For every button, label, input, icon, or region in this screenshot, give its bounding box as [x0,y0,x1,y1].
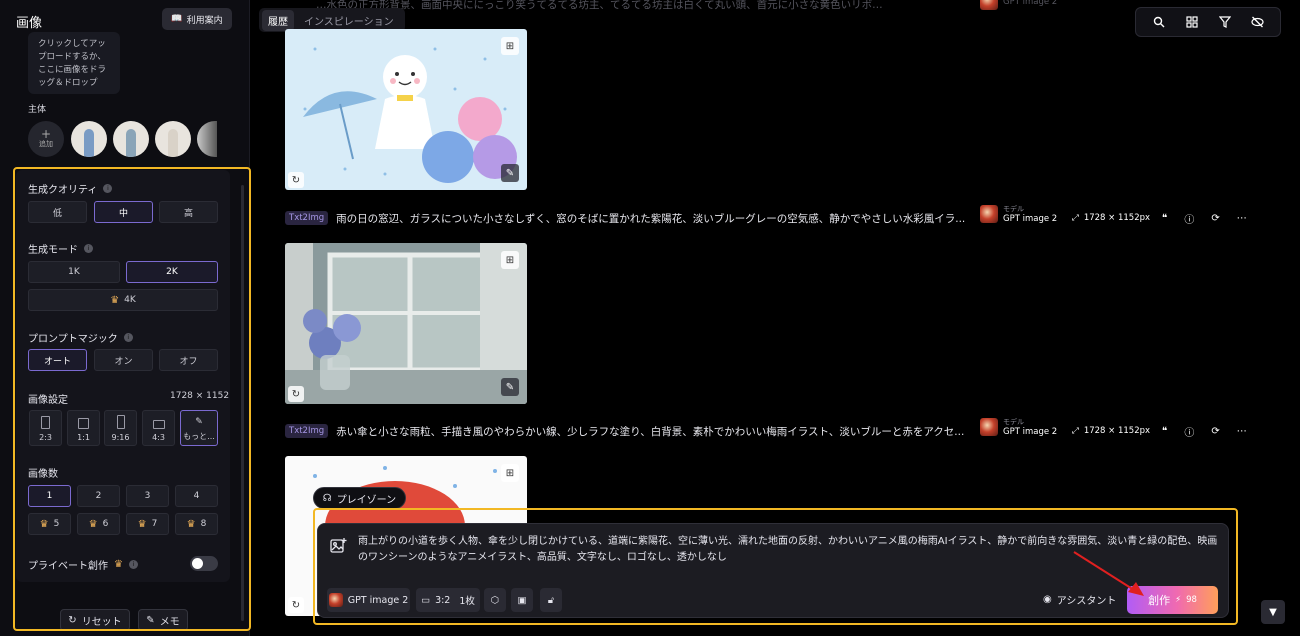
generated-image-teruteru[interactable]: ⊞ ✎ ↻ [285,29,527,190]
generated-image-rainy-window[interactable]: ⊞ ✎ ↻ [285,243,527,404]
reuse-icon[interactable]: ↻ [288,597,304,613]
filter-icon[interactable] [1217,14,1233,30]
previous-prompt-partial: …水色の正方形背景、画面中央ににっこり笑うてるてる坊主、てるてる坊主は白くて丸い… [316,0,883,11]
regenerate-icon[interactable]: ⟳ [1211,426,1219,437]
model-name-block: モデル GPT image 2 [1003,417,1057,437]
image-size: 1728 × 1152px [1083,426,1151,436]
usage-guide-label: 利用案内 [186,15,223,26]
more-icon[interactable]: ⋯ [1237,426,1247,437]
row-actions: ❝ ⓘ ⟳ ⋯ [1162,424,1247,439]
sidebar-title: 画像 [16,16,43,31]
annotation-highlight-frame [13,167,251,631]
tab-inspiration[interactable]: インスピレーション [298,10,400,31]
generation-prompt[interactable]: 雨の日の窓辺、ガラスについた小さなしずく、窓のそばに置かれた紫陽花、淡いブルーグ… [336,211,1016,226]
gamepad-icon: ☊ [322,492,332,504]
search-icon[interactable] [1151,14,1167,30]
expand-icon[interactable]: ⊞ [501,464,519,482]
quote-icon[interactable]: ❝ [1162,426,1167,437]
txt2img-tag: Txt2Img [285,211,329,225]
grid-view-icon[interactable] [1184,14,1200,30]
txt2img-tag: Txt2Img [285,424,329,438]
subject-thumbnail[interactable] [155,121,191,157]
add-subject-button[interactable]: + 追加 [28,121,64,157]
edit-brush-icon[interactable]: ✎ [501,164,519,182]
hide-eye-icon[interactable] [1250,14,1266,30]
model-logo [980,418,998,436]
model-logo [980,0,998,10]
subject-label: 主体 [28,105,47,115]
playzone-label: プレイゾーン [336,494,397,506]
playzone-button[interactable]: ☊ プレイゾーン [313,487,406,509]
model-name: GPT image 2 [1003,214,1058,224]
fullscreen-icon: ⤢ [1072,426,1079,436]
quote-icon[interactable]: ❝ [1162,213,1167,224]
edit-brush-icon[interactable]: ✎ [501,378,519,396]
model-logo [980,205,998,223]
previous-model-name: GPT image 2 [1003,0,1058,7]
reuse-icon[interactable]: ↻ [288,172,304,188]
model-info: モデル GPT image 2 [980,204,1057,224]
add-subject-label: 追加 [39,140,53,148]
generation-meta-row: Txt2Img 雨の日の窓辺、ガラスについた小さなしずく、窓のそばに置かれた紫陽… [285,205,1260,228]
tab-history[interactable]: 履歴 [262,9,294,31]
info-icon[interactable]: ⓘ [1184,424,1194,439]
expand-icon[interactable]: ⊞ [501,251,519,269]
info-icon[interactable]: ⓘ [1184,211,1194,226]
size-info: ⤢ 1728 × 1152px [1072,213,1150,223]
model-name-block: モデル GPT image 2 [1003,204,1057,224]
subject-thumbnail[interactable] [113,121,149,157]
subject-thumbnail[interactable] [71,121,107,157]
generation-prompt[interactable]: 赤い傘と小さな雨粒、手描き風のやわらかい線、少しラフな塗り、白背景、素朴でかわい… [336,424,1016,439]
generation-meta-row: Txt2Img 赤い傘と小さな雨粒、手描き風のやわらかい線、少しラフな塗り、白背… [285,418,1260,441]
regenerate-icon[interactable]: ⟳ [1211,213,1219,224]
model-info: モデル GPT image 2 [980,417,1057,437]
fullscreen-icon: ⤢ [1072,213,1079,223]
more-icon[interactable]: ⋯ [1237,213,1247,224]
size-info: ⤢ 1728 × 1152px [1072,426,1150,436]
expand-icon[interactable]: ⊞ [501,37,519,55]
image-size: 1728 × 1152px [1083,213,1151,223]
top-toolbar [1135,7,1281,37]
model-caption: モデル [1003,205,1024,213]
model-caption: モデル [1003,418,1024,426]
image-upload-dropzone[interactable]: クリックしてアップロードするか、ここに画像をドラッグ＆ドロップ [28,32,120,94]
plus-icon: + [40,127,52,141]
reuse-icon[interactable]: ↻ [288,386,304,402]
usage-guide-button[interactable]: 📖 利用案内 [162,8,232,30]
model-name: GPT image 2 [1003,427,1058,437]
row-actions: ❝ ⓘ ⟳ ⋯ [1162,211,1247,226]
scroll-down-button[interactable]: ▼ [1261,600,1285,624]
book-icon: 📖 [171,14,183,24]
annotation-highlight-frame [313,508,1238,625]
